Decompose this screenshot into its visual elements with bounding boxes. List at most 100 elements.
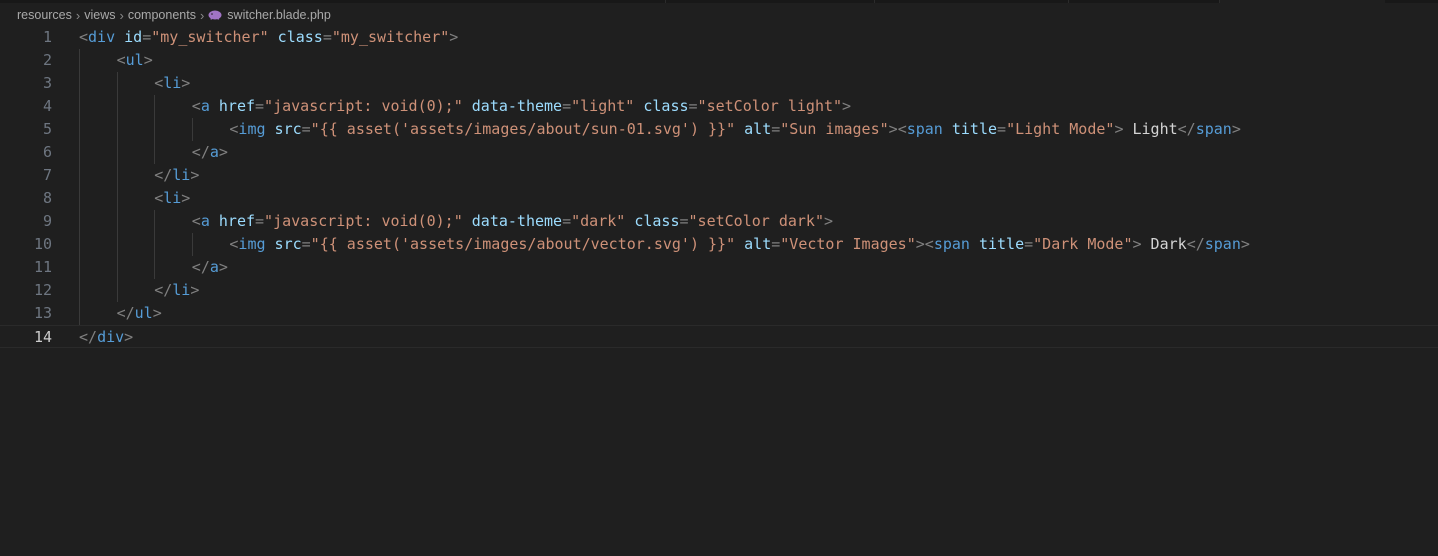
breadcrumb-item-components[interactable]: components: [128, 8, 196, 22]
code-text: <li>: [154, 72, 190, 95]
line-number: 7: [42, 166, 52, 184]
token-attribute-name: href: [209, 97, 256, 115]
code-line[interactable]: 1 <div id="my_switcher" class="my_switche…: [0, 26, 1438, 49]
token-tag-name: li: [172, 166, 191, 184]
tab-strip-segment: [1069, 0, 1220, 3]
token-punctuation: >: [842, 97, 852, 115]
code-line[interactable]: 5 <img src="{{ asset('assets/images/about…: [0, 118, 1438, 141]
token-tag-name: li: [172, 281, 191, 299]
tab-strip-segment: [0, 0, 666, 3]
token-attribute-name: id: [115, 28, 143, 46]
code-editor[interactable]: 1 <div id="my_switcher" class="my_switche…: [0, 26, 1438, 556]
line-number: 2: [42, 51, 52, 69]
code-line[interactable]: 12 </li>: [0, 279, 1438, 302]
token-punctuation: </: [1186, 235, 1205, 253]
token-punctuation: </: [154, 281, 173, 299]
token-punctuation: </: [191, 143, 210, 161]
indent-guide: [116, 72, 118, 95]
indent-guide: [116, 210, 118, 233]
token-attribute-name: alt: [735, 235, 772, 253]
code-text: </ul>: [117, 302, 162, 325]
line-number: 9: [42, 212, 52, 230]
token-punctuation: <: [924, 235, 934, 253]
token-attribute-name: class: [268, 28, 323, 46]
breadcrumb-item-resources[interactable]: resources: [17, 8, 72, 22]
indent-guide: [116, 279, 118, 302]
token-attribute-name: title: [942, 120, 998, 138]
token-tag-name: li: [163, 74, 182, 92]
chevron-right-icon: ›: [199, 7, 205, 23]
line-number: 13: [33, 304, 52, 322]
code-line[interactable]: 11 </a>: [0, 256, 1438, 279]
indent-guide: [79, 256, 80, 279]
line-number: 8: [42, 189, 52, 207]
token-punctuation: =: [771, 120, 781, 138]
token-punctuation: <: [154, 74, 164, 92]
token-attribute-value: "my_switcher": [151, 28, 269, 46]
token-punctuation: >: [823, 212, 834, 230]
breadcrumb-file[interactable]: switcher.blade.php: [227, 8, 331, 22]
line-number: 4: [42, 97, 52, 115]
token-attribute-value: "Sun images": [780, 120, 889, 138]
code-text: </div>: [79, 326, 133, 349]
token-tag-name: img: [238, 235, 266, 253]
token-tag-name: span: [906, 120, 943, 138]
code-line[interactable]: 14 </div>: [0, 325, 1438, 348]
token-tag-name: div: [97, 328, 125, 346]
code-text: <div id="my_switcher" class="my_switcher…: [79, 26, 458, 49]
code-text: <a href="javascript: void(0);" data-them…: [192, 95, 851, 118]
token-tag-name: a: [200, 97, 210, 115]
token-attribute-value: "my_switcher": [331, 28, 450, 46]
token-punctuation: =: [771, 235, 781, 253]
indent-guide: [191, 233, 193, 256]
token-attribute-name: class: [634, 97, 689, 115]
line-number: 14: [33, 328, 52, 346]
code-line[interactable]: 9 <a href="javascript: void(0);" data-the…: [0, 210, 1438, 233]
code-line[interactable]: 3 <li>: [0, 72, 1438, 95]
token-punctuation: =: [1024, 235, 1034, 253]
code-text: <img src="{{ asset('assets/images/about/…: [229, 233, 1250, 256]
token-punctuation: >: [190, 166, 200, 184]
code-text: </a>: [192, 141, 228, 164]
indent-guide: [79, 187, 80, 210]
code-line[interactable]: 7 </li>: [0, 164, 1438, 187]
chevron-right-icon: ›: [119, 7, 124, 23]
token-attribute-value: "javascript: void(0);": [264, 97, 463, 115]
token-attribute-value: "Dark Mode": [1033, 235, 1133, 253]
token-attribute-value: "dark": [571, 212, 626, 230]
token-attribute-value: "{{ asset('assets/images/about/vector.sv…: [310, 235, 736, 253]
token-punctuation: >: [218, 143, 228, 161]
token-tag-name: ul: [125, 51, 144, 69]
token-punctuation: =: [255, 97, 265, 115]
code-text: <li>: [154, 187, 190, 210]
indent-guide: [79, 141, 80, 164]
indent-guide: [116, 118, 118, 141]
indent-guide: [79, 72, 80, 95]
token-punctuation: <: [154, 189, 164, 207]
token-punctuation: >: [124, 328, 134, 346]
token-punctuation: <: [897, 120, 907, 138]
code-line[interactable]: 13 </ul>: [0, 302, 1438, 325]
php-elephant-icon: [208, 10, 222, 20]
breadcrumb-item-views[interactable]: views: [84, 8, 115, 22]
token-tag-name: img: [238, 120, 266, 138]
token-punctuation: </: [191, 258, 210, 276]
token-punctuation: >: [1240, 235, 1250, 253]
token-attribute-name: title: [969, 235, 1025, 253]
code-line[interactable]: 8 <li>: [0, 187, 1438, 210]
token-punctuation: >: [1132, 235, 1142, 253]
token-text-content: Dark: [1141, 235, 1187, 253]
code-line[interactable]: 10 <img src="{{ asset('assets/images/abou…: [0, 233, 1438, 256]
token-tag-name: li: [163, 189, 182, 207]
token-tag-name: a: [200, 212, 210, 230]
indent-guide: [154, 256, 156, 279]
token-attribute-name: src: [265, 120, 302, 138]
indent-guide: [116, 256, 118, 279]
indent-guide: [154, 233, 156, 256]
code-line[interactable]: 2 <ul>: [0, 49, 1438, 72]
token-punctuation: </: [154, 166, 173, 184]
code-line[interactable]: 4 <a href="javascript: void(0);" data-the…: [0, 95, 1438, 118]
indent-guide: [154, 210, 156, 233]
line-number: 5: [42, 120, 52, 138]
code-line[interactable]: 6 </a>: [0, 141, 1438, 164]
